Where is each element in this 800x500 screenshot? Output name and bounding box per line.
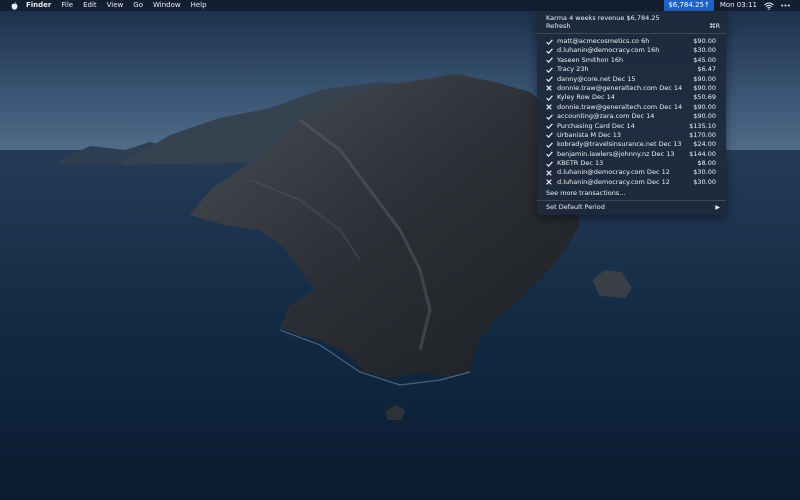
transaction-row[interactable]: Yaseen Smithon 16h $45.00 [537, 56, 726, 65]
cross-icon [545, 103, 553, 112]
checkmark-icon [545, 65, 553, 74]
transaction-row[interactable]: accounting@zara.com Dec 14 $90.00 [537, 112, 726, 121]
menu-separator [537, 200, 726, 201]
transaction-amount: $90.00 [693, 112, 716, 121]
transaction-amount: $170.00 [689, 130, 716, 139]
karma-status-value: $6,784.25 [668, 1, 704, 9]
see-more-transactions-item[interactable]: See more transactions... [546, 189, 625, 198]
up-arrow-icon: ↑ [703, 1, 710, 9]
refresh-label: Refresh [546, 22, 571, 30]
checkmark-icon [545, 112, 553, 121]
transaction-row[interactable]: Purchasing Card Dec 14 $135.10 [537, 122, 726, 131]
transaction-row[interactable]: d.luhanin@democracy.com 16h $30.00 [537, 46, 726, 55]
transaction-description: accounting@zara.com Dec 14 [557, 112, 655, 121]
menu-file[interactable]: File [61, 0, 73, 11]
transaction-row[interactable]: kobrady@travelsinsurance.net Dec 13 $24.0… [537, 140, 726, 149]
checkmark-icon [545, 140, 553, 149]
checkmark-icon [545, 75, 553, 84]
transaction-description: d.luhanin@democracy.com 16h [557, 46, 660, 55]
transaction-amount: $45.00 [693, 55, 716, 64]
default-period-label: Set Default Period [546, 203, 605, 211]
menu-help[interactable]: Help [191, 0, 207, 11]
clock[interactable]: Mon 03:11 [720, 0, 757, 11]
menu-go[interactable]: Go [133, 0, 143, 11]
checkmark-icon [545, 46, 553, 55]
transaction-amount: $90.00 [693, 37, 716, 45]
transaction-row[interactable]: d.luhanin@democracy.com Dec 12 $30.00 [537, 178, 726, 187]
status-area: $6,784.25↑ Mon 03:11 [664, 0, 800, 11]
checkmark-icon [545, 122, 553, 131]
menu-app-name[interactable]: Finder [26, 0, 51, 11]
transaction-amount: $135.10 [689, 121, 716, 130]
checkmark-icon [545, 93, 553, 102]
transaction-amount: $90.00 [693, 102, 716, 111]
transaction-description: Yaseen Smithon 16h [557, 55, 624, 64]
transaction-row[interactable]: matt@acmecosmetics.co 6h $90.00 [537, 37, 726, 46]
transaction-list: matt@acmecosmetics.co 6h $90.00 d.luhanin@… [537, 37, 726, 187]
wifi-icon[interactable] [764, 2, 774, 10]
transaction-description: kobrady@travelsinsurance.net Dec 13 [557, 140, 682, 149]
transaction-amount: $90.00 [693, 83, 716, 92]
transaction-row[interactable]: KBETR Dec 13 $8.00 [537, 159, 726, 168]
transaction-description: donnie.traw@generaltech.com Dec 14 [557, 83, 683, 92]
transaction-amount: $30.00 [693, 46, 716, 55]
transaction-description: danny@core.net Dec 15 [557, 74, 636, 83]
cross-icon [545, 168, 553, 177]
transaction-amount: $144.00 [689, 149, 716, 158]
transaction-description: Kyley Row Dec 14 [557, 93, 615, 102]
transaction-amount: $30.00 [693, 177, 716, 186]
karma-status-item[interactable]: $6,784.25↑ [664, 0, 714, 11]
refresh-shortcut: ⌘R [708, 22, 720, 30]
menu-window[interactable]: Window [153, 0, 181, 11]
apple-logo-icon[interactable] [10, 1, 18, 10]
chevron-right-icon: ▶ [715, 204, 720, 211]
cross-icon [545, 178, 553, 187]
transaction-row[interactable]: donnie.traw@generaltech.com Dec 14 $90.00 [537, 103, 726, 112]
cross-icon [545, 84, 553, 93]
transaction-row[interactable]: danny@core.net Dec 15 $90.00 [537, 75, 726, 84]
transaction-amount: $6.47 [697, 65, 716, 74]
transaction-row[interactable]: benjamin.lawlers@johnny.nz Dec 13 $144.00 [537, 150, 726, 159]
transaction-amount: $30.00 [693, 168, 716, 177]
set-default-period-item[interactable]: Set Default Period ▶ [546, 203, 720, 212]
transaction-amount: $24.00 [693, 140, 716, 149]
transaction-amount: $90.00 [693, 74, 716, 83]
menu-edit[interactable]: Edit [83, 0, 97, 11]
checkmark-icon [545, 37, 553, 46]
transaction-description: benjamin.lawlers@johnny.nz Dec 13 [557, 149, 675, 158]
checkmark-icon [545, 159, 553, 168]
transaction-description: donnie.traw@generaltech.com Dec 14 [557, 102, 683, 111]
transaction-description: Purchasing Card Dec 14 [557, 121, 635, 130]
ellipsis-icon[interactable] [781, 4, 790, 7]
checkmark-icon [545, 131, 553, 140]
menu-bar: Finder File Edit View Go Window Help $6,… [0, 0, 800, 11]
transaction-row[interactable]: Tracy 23h $6.47 [537, 65, 726, 74]
menu-separator [537, 33, 726, 34]
checkmark-icon [545, 56, 553, 65]
transaction-description: Tracy 23h [557, 65, 589, 74]
karma-dropdown-menu: Karma 4 weeks revenue $6,784.25 Refresh … [537, 11, 726, 215]
transaction-description: matt@acmecosmetics.co 6h [557, 37, 650, 45]
transaction-row[interactable]: donnie.traw@generaltech.com Dec 14 $90.00 [537, 84, 726, 93]
transaction-amount: $50.69 [693, 93, 716, 102]
menu-view[interactable]: View [107, 0, 124, 11]
transaction-description: d.luhanin@democracy.com Dec 12 [557, 168, 670, 177]
transaction-row[interactable]: Urbanista M Dec 13 $170.00 [537, 131, 726, 140]
transaction-row[interactable]: d.luhanin@democracy.com Dec 12 $30.00 [537, 168, 726, 177]
transaction-amount: $8.00 [697, 159, 716, 168]
refresh-menu-item[interactable]: Refresh ⌘R [546, 22, 723, 31]
transaction-description: KBETR Dec 13 [557, 159, 604, 168]
checkmark-icon [545, 150, 553, 159]
transaction-description: d.luhanin@democracy.com Dec 12 [557, 177, 670, 186]
transaction-description: Urbanista M Dec 13 [557, 130, 622, 139]
transaction-row[interactable]: Kyley Row Dec 14 $50.69 [537, 93, 726, 102]
